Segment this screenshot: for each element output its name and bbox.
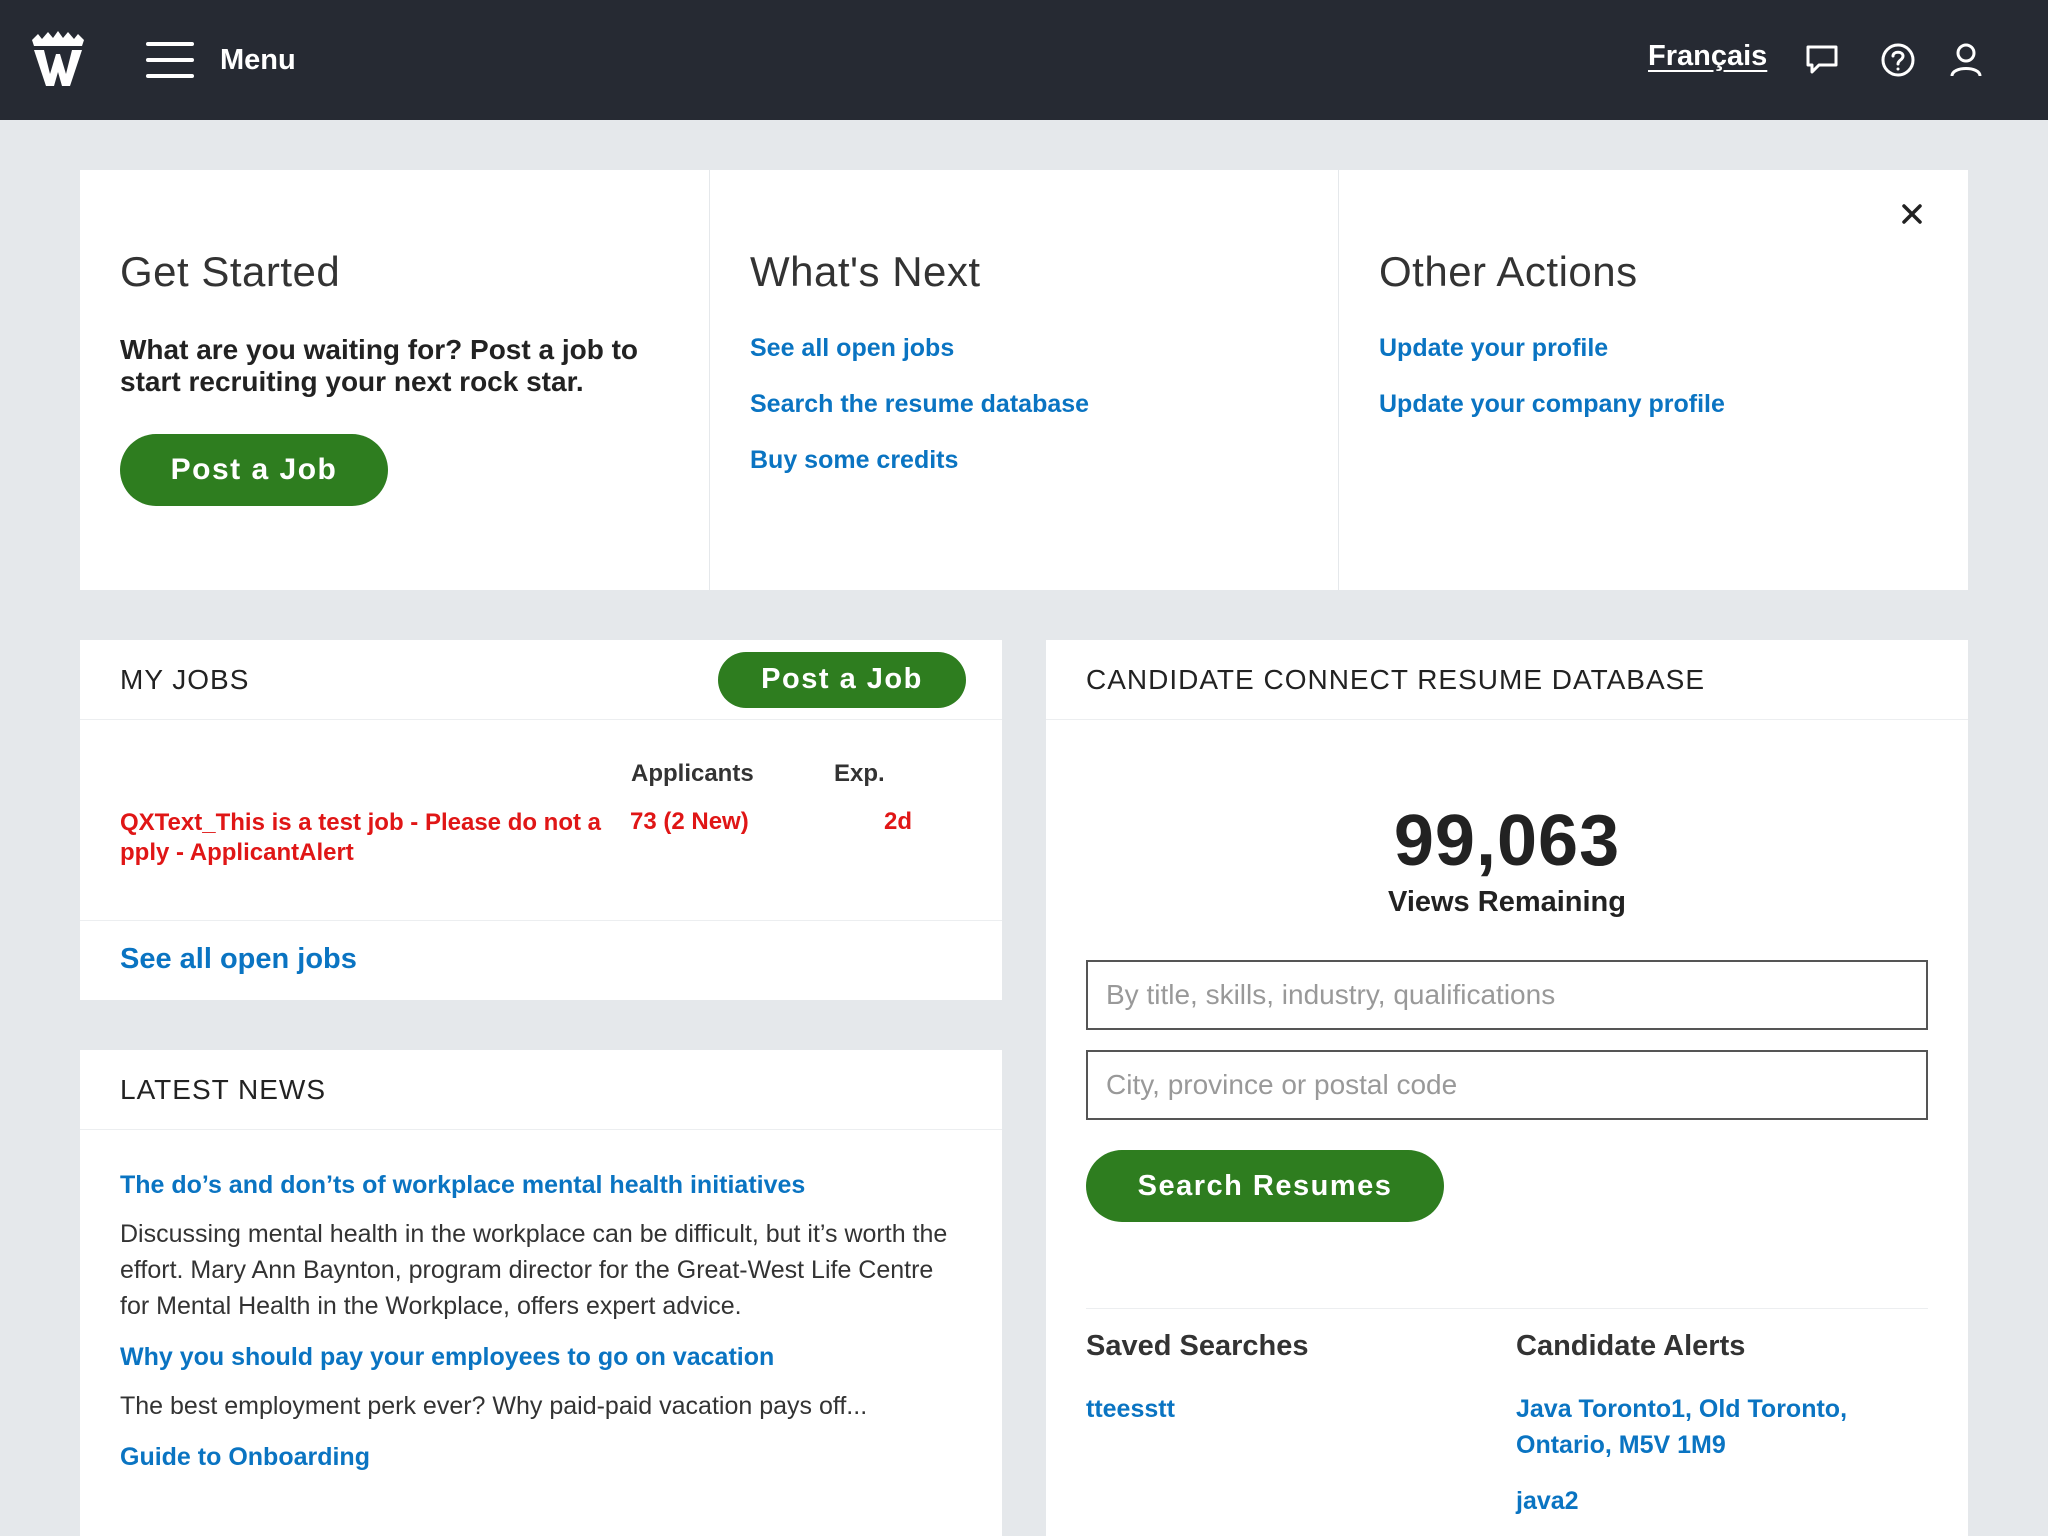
- latest-news-title: LATEST NEWS: [120, 1073, 327, 1105]
- my-jobs-footer: See all open jobs: [80, 920, 1002, 1000]
- views-remaining-label: Views Remaining: [1388, 886, 1626, 918]
- menu-button[interactable]: Menu: [146, 36, 296, 84]
- candidate-connect-panel: CANDIDATE CONNECT RESUME DATABASE 99,063…: [1046, 640, 1968, 1536]
- hamburger-icon: [146, 40, 194, 80]
- latest-news-panel: LATEST NEWS The do’s and don’ts of workp…: [80, 1050, 1002, 1536]
- news-item-title[interactable]: Guide to Onboarding: [120, 1442, 962, 1472]
- location-search-input[interactable]: [1086, 1050, 1928, 1120]
- candidate-alerts-column: Candidate Alerts Java Toronto1, Old Toro…: [1516, 1330, 1936, 1536]
- close-icon[interactable]: [1892, 194, 1932, 234]
- news-item-title[interactable]: Why you should pay your employees to go …: [120, 1342, 962, 1372]
- update-profile-link[interactable]: Update your profile: [1379, 334, 1928, 362]
- language-link[interactable]: Français: [1648, 40, 1767, 73]
- news-item-text: The best employment perk ever? Why paid-…: [120, 1392, 868, 1420]
- saved-searches-column: Saved Searches tteesstt: [1086, 1330, 1506, 1447]
- help-icon[interactable]: [1880, 42, 1916, 78]
- buy-credits-link[interactable]: Buy some credits: [750, 446, 1298, 474]
- job-expiry: 2d: [884, 808, 913, 835]
- candidate-connect-title: CANDIDATE CONNECT RESUME DATABASE: [1086, 663, 1706, 695]
- candidate-connect-header: CANDIDATE CONNECT RESUME DATABASE: [1046, 640, 1968, 720]
- job-applicants-link[interactable]: 73 (2 New): [630, 808, 749, 836]
- search-resumes-button[interactable]: Search Resumes: [1086, 1150, 1444, 1222]
- user-icon[interactable]: [1948, 42, 1984, 78]
- keyword-search-input[interactable]: [1086, 960, 1928, 1030]
- my-jobs-panel: MY JOBS Post a Job Applicants Exp. QXTex…: [80, 640, 1002, 1000]
- candidate-alerts-title: Candidate Alerts: [1516, 1330, 1746, 1362]
- saved-searches-title: Saved Searches: [1086, 1330, 1309, 1362]
- search-resume-database-link[interactable]: Search the resume database: [750, 390, 1298, 418]
- expiry-column-header: Exp.: [834, 760, 885, 787]
- applicants-column-header: Applicants: [631, 760, 754, 787]
- get-started-title: Get Started: [120, 248, 341, 295]
- my-jobs-title: MY JOBS: [120, 663, 250, 695]
- logo-icon[interactable]: [28, 30, 88, 90]
- get-started-panel: Get Started What are you waiting for? Po…: [80, 170, 1968, 590]
- news-item-text: Discussing mental health in the workplac…: [120, 1220, 948, 1320]
- latest-news-header: LATEST NEWS: [80, 1050, 1002, 1130]
- chat-icon[interactable]: [1804, 42, 1840, 78]
- other-actions-title: Other Actions: [1379, 248, 1638, 295]
- job-title-link[interactable]: QXText_This is a test job - Please do no…: [120, 808, 610, 868]
- post-job-button-small[interactable]: Post a Job: [718, 651, 966, 708]
- saved-search-link[interactable]: tteesstt: [1086, 1391, 1506, 1427]
- update-company-profile-link[interactable]: Update your company profile: [1379, 390, 1928, 418]
- news-item-title[interactable]: The do’s and don’ts of workplace mental …: [120, 1170, 962, 1200]
- candidate-alert-link[interactable]: Java Toronto1, Old Toronto, Ontario, M5V…: [1516, 1391, 1936, 1463]
- candidate-alert-link[interactable]: java2: [1516, 1483, 1936, 1519]
- see-all-open-jobs-footer-link[interactable]: See all open jobs: [120, 943, 357, 975]
- menu-label: Menu: [220, 43, 296, 76]
- other-actions-column: Other Actions Update your profile Update…: [1338, 170, 1968, 590]
- divider: [1086, 1308, 1928, 1309]
- news-list: The do’s and don’ts of workplace mental …: [80, 1130, 1002, 1472]
- my-jobs-header: MY JOBS Post a Job: [80, 640, 1002, 720]
- get-started-column: Get Started What are you waiting for? Po…: [80, 170, 709, 590]
- whats-next-title: What's Next: [750, 248, 981, 295]
- views-remaining-count: 99,063: [1393, 801, 1621, 881]
- see-all-open-jobs-link[interactable]: See all open jobs: [750, 334, 1298, 362]
- get-started-text: What are you waiting for? Post a job to …: [120, 334, 639, 397]
- post-job-button[interactable]: Post a Job: [120, 434, 388, 506]
- top-navigation-bar: Menu Français: [0, 0, 2048, 120]
- whats-next-column: What's Next See all open jobs Search the…: [709, 170, 1338, 590]
